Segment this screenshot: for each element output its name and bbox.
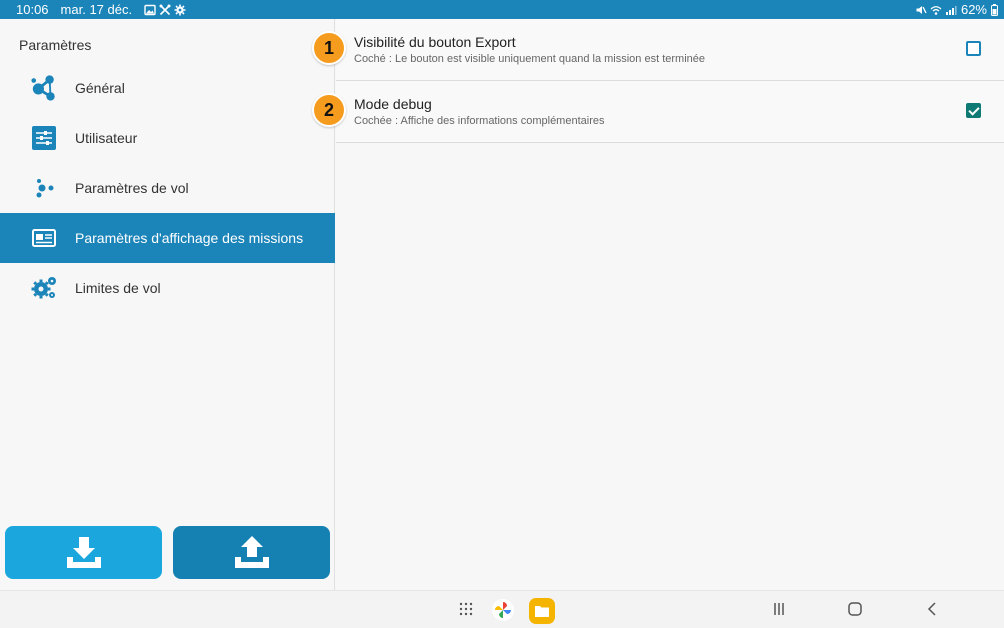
image-icon xyxy=(144,4,156,15)
sliders-icon xyxy=(30,124,58,152)
sidebar-item-flight-params[interactable]: Paramètres de vol xyxy=(0,163,335,213)
home-icon[interactable] xyxy=(848,602,862,616)
card-icon xyxy=(30,224,58,252)
action-buttons xyxy=(5,526,330,579)
status-time: 10:06 xyxy=(16,2,49,17)
annotation-badge: 2 xyxy=(312,93,346,127)
annotation-badge: 1 xyxy=(312,31,346,65)
debug-mode-checkbox[interactable] xyxy=(966,103,981,118)
setting-description: Cochée : Affiche des informations complé… xyxy=(354,115,605,127)
navigation-bar xyxy=(0,590,1004,628)
sidebar-item-mission-display[interactable]: Paramètres d'affichage des missions xyxy=(0,213,335,263)
recents-icon[interactable] xyxy=(772,602,786,616)
settings-content: Visibilité du bouton Export Coché : Le b… xyxy=(336,19,1004,590)
setting-description: Coché : Le bouton est visible uniquement… xyxy=(354,53,705,65)
setting-title: Mode debug xyxy=(354,96,432,112)
upload-button[interactable] xyxy=(173,526,330,579)
sidebar-item-label: Paramètres de vol xyxy=(75,180,189,196)
sidebar-item-label: Général xyxy=(75,80,125,96)
upload-icon xyxy=(234,535,269,568)
download-button[interactable] xyxy=(5,526,162,579)
gears-icon xyxy=(30,274,58,302)
sidebar-item-flight-limits[interactable]: Limites de vol xyxy=(0,263,335,313)
back-icon[interactable] xyxy=(926,602,938,616)
gear-icon xyxy=(174,4,186,15)
settings-menu: Général Utilisateur Paramètres de vol Pa… xyxy=(0,63,335,313)
sidebar-item-label: Utilisateur xyxy=(75,130,138,146)
sidebar-item-label: Paramètres d'affichage des missions xyxy=(75,230,304,246)
battery-percent: 62% xyxy=(960,2,987,17)
export-visibility-checkbox[interactable] xyxy=(966,41,981,56)
battery-icon xyxy=(991,3,998,16)
files-icon[interactable] xyxy=(529,598,555,624)
sidebar-item-label: Limites de vol xyxy=(75,280,161,296)
setting-title: Visibilité du bouton Export xyxy=(354,34,516,50)
apps-grid-icon[interactable] xyxy=(458,601,474,617)
share-nodes-icon xyxy=(30,74,58,102)
setting-row-export-visibility[interactable]: Visibilité du bouton Export Coché : Le b… xyxy=(336,19,1004,81)
sidebar-item-general[interactable]: Général xyxy=(0,63,335,113)
settings-sidebar: Paramètres Général Utilisateur Paramètre… xyxy=(0,19,335,590)
download-icon xyxy=(66,536,101,568)
status-date: mar. 17 déc. xyxy=(60,2,133,17)
status-bar: 10:06 mar. 17 déc. 62% xyxy=(0,0,1004,19)
sidebar-title: Paramètres xyxy=(19,37,92,53)
dots-icon xyxy=(30,174,58,202)
sidebar-item-user[interactable]: Utilisateur xyxy=(0,113,335,163)
tools-icon xyxy=(159,4,171,15)
signal-icon xyxy=(945,5,957,15)
mute-icon xyxy=(916,5,927,14)
wifi-icon xyxy=(930,5,942,15)
photos-icon[interactable] xyxy=(491,598,515,622)
setting-row-debug-mode[interactable]: Mode debug Cochée : Affiche des informat… xyxy=(336,81,1004,143)
